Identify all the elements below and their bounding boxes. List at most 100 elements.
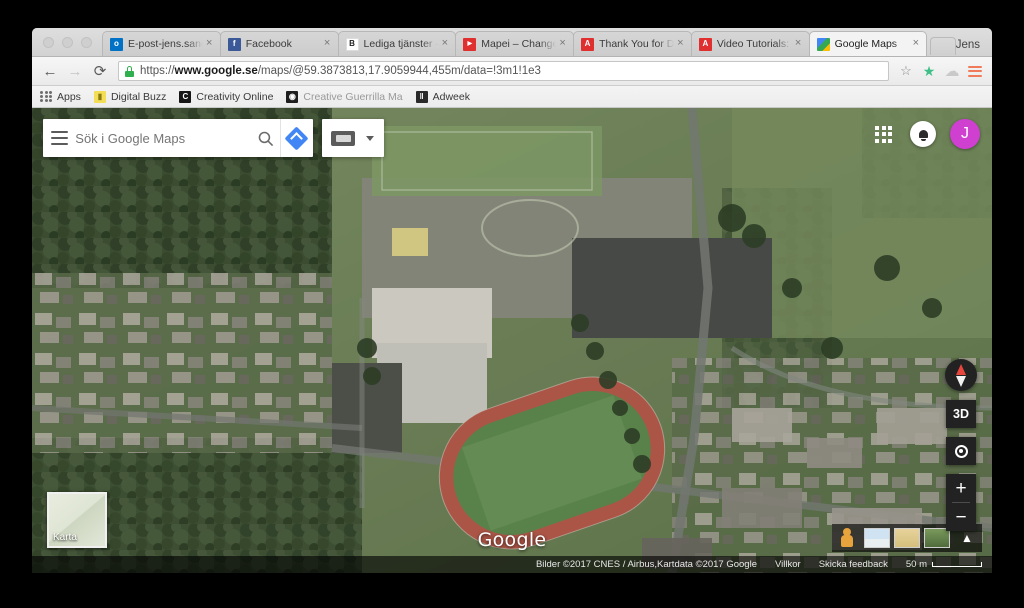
- google-maps-icon: [816, 37, 830, 51]
- creativity-online-icon: C: [179, 90, 192, 103]
- terms-link[interactable]: Villkor: [775, 559, 801, 570]
- tilt-3d-label: 3D: [953, 407, 969, 421]
- search-icon[interactable]: [251, 119, 281, 157]
- map-search-panel: [43, 119, 384, 157]
- print-panel[interactable]: [322, 119, 384, 157]
- browser-tab-2[interactable]: f Facebook ×: [219, 31, 339, 56]
- bookmark-adweek[interactable]: ‖ Adweek: [415, 90, 470, 103]
- facebook-icon: f: [227, 37, 241, 51]
- directions-icon[interactable]: [281, 119, 313, 157]
- profile-name-label[interactable]: Jens: [956, 39, 980, 51]
- tab-strip: o E-post-jens.sand@… × f Facebook × Β Le…: [32, 28, 992, 57]
- account-bar: J: [871, 119, 980, 149]
- maptype-toggle-button[interactable]: Karta: [47, 492, 107, 548]
- tab-title: Thank You for Down…: [599, 38, 674, 50]
- tab-title: E-post-jens.sand@…: [128, 38, 203, 50]
- zoom-window-button[interactable]: [81, 37, 92, 48]
- browser-tab-3[interactable]: Β Lediga tjänster - Bo… ×: [337, 31, 457, 56]
- map-layer-thumb[interactable]: [864, 528, 890, 548]
- bookmark-creativity-online[interactable]: C Creativity Online: [179, 90, 274, 103]
- close-tab-icon[interactable]: ×: [792, 37, 805, 51]
- chevron-down-icon[interactable]: [360, 119, 380, 157]
- new-tab-button[interactable]: [930, 37, 956, 55]
- lock-icon: [124, 65, 135, 77]
- puzzle-extension-icon[interactable]: ★: [919, 61, 939, 81]
- close-tab-icon[interactable]: ×: [909, 37, 922, 51]
- scale-label: 50 m: [905, 559, 927, 570]
- main-menu-icon[interactable]: [43, 119, 75, 157]
- zoom-in-button[interactable]: +: [946, 474, 976, 502]
- tab-title: Google Maps: [834, 38, 898, 50]
- maptype-label: Karta: [53, 532, 77, 543]
- bookmark-digital-buzz[interactable]: ▮ Digital Buzz: [93, 90, 166, 103]
- bookmark-star-icon[interactable]: ☆: [896, 61, 916, 81]
- tab-title: Video Tutorials: Get…: [716, 38, 792, 50]
- close-tab-icon[interactable]: ×: [674, 37, 687, 51]
- compass-icon[interactable]: [945, 359, 977, 391]
- close-tab-icon[interactable]: ×: [203, 37, 216, 51]
- adweek-icon: ‖: [415, 90, 428, 103]
- url-host: www.google.se: [174, 65, 258, 77]
- creative-guerrilla-icon: ◉: [286, 90, 299, 103]
- close-window-button[interactable]: [43, 37, 54, 48]
- close-tab-icon[interactable]: ×: [321, 37, 334, 51]
- apps-launcher-icon[interactable]: [871, 122, 896, 147]
- bookmarks-bar: Apps ▮ Digital Buzz C Creativity Online …: [32, 86, 992, 108]
- tab-title: Mapei – Change (Ly…: [481, 38, 557, 50]
- tab-title: Lediga tjänster - Bo…: [363, 38, 439, 50]
- pegman-icon[interactable]: [840, 528, 854, 548]
- browser-tab-5[interactable]: A Thank You for Down… ×: [573, 31, 692, 56]
- bookmark-creative-guerrilla[interactable]: ◉ Creative Guerrilla Ma: [286, 90, 403, 103]
- bookmark-label: Adweek: [432, 90, 470, 103]
- reload-button[interactable]: ⟳: [89, 60, 111, 82]
- close-tab-icon[interactable]: ×: [438, 37, 451, 51]
- address-bar[interactable]: https://www.google.se/maps/@59.3873813,1…: [118, 61, 889, 81]
- tilt-3d-button[interactable]: 3D: [946, 400, 976, 428]
- pdf-icon: A: [581, 37, 595, 51]
- browser-tab-6[interactable]: A Video Tutorials: Get… ×: [690, 31, 810, 56]
- satellite-imagery: [32, 108, 992, 573]
- search-input[interactable]: [75, 130, 252, 146]
- search-box[interactable]: [43, 119, 313, 157]
- satellite-layer-thumb[interactable]: [924, 528, 950, 548]
- url-path: /maps/@59.3873813,17.9059944,455m/data=!…: [257, 65, 541, 77]
- url-scheme: https://: [140, 65, 175, 77]
- avatar[interactable]: J: [950, 119, 980, 149]
- back-button[interactable]: ←: [39, 60, 61, 82]
- feedback-link[interactable]: Skicka feedback: [819, 559, 888, 570]
- bell-icon[interactable]: [910, 121, 936, 147]
- browser-tab-4[interactable]: ▶ Mapei – Change (Ly… ×: [455, 31, 575, 56]
- browser-window: o E-post-jens.sand@… × f Facebook × Β Le…: [32, 28, 992, 573]
- window-traffic-lights: [34, 37, 102, 56]
- digital-buzz-icon: ▮: [93, 90, 106, 103]
- print-icon[interactable]: [331, 130, 355, 146]
- zoom-controls: + −: [946, 474, 976, 531]
- youtube-icon: ▶: [463, 37, 477, 51]
- scale-bar: 50 m: [906, 559, 982, 570]
- tab-title: Facebook: [245, 38, 292, 50]
- google-watermark: Google: [477, 529, 547, 551]
- map-controls: 3D + −: [945, 359, 977, 531]
- url-text: https://www.google.se/maps/@59.3873813,1…: [140, 65, 541, 77]
- forward-button[interactable]: →: [64, 60, 86, 82]
- zoom-out-button[interactable]: −: [946, 503, 976, 531]
- browser-tab-7-active[interactable]: Google Maps ×: [808, 31, 928, 56]
- scale-line: [932, 562, 982, 567]
- map-attribution-bar: Bilder ©2017 CNES / Airbus,Kartdata ©201…: [32, 556, 992, 573]
- my-location-button[interactable]: [946, 437, 976, 465]
- terrain-layer-thumb[interactable]: [894, 528, 920, 548]
- apps-grid-icon: [40, 90, 52, 103]
- bookmark-label: Creative Guerrilla Ma: [303, 90, 403, 103]
- close-tab-icon[interactable]: ×: [556, 37, 569, 51]
- blocket-icon: Β: [345, 37, 359, 51]
- browser-tab-1[interactable]: o E-post-jens.sand@… ×: [102, 31, 221, 56]
- cloud-icon[interactable]: ☁: [942, 61, 962, 81]
- bookmark-apps[interactable]: Apps: [40, 90, 81, 103]
- map-viewport[interactable]: J 3D + − Google Karta: [32, 108, 992, 573]
- pdf-icon: A: [698, 37, 712, 51]
- bookmark-label: Creativity Online: [196, 90, 274, 103]
- outlook-icon: o: [110, 37, 123, 51]
- bookmark-label: Apps: [57, 90, 81, 103]
- minimize-window-button[interactable]: [62, 37, 73, 48]
- hamburger-menu-icon[interactable]: [965, 62, 985, 80]
